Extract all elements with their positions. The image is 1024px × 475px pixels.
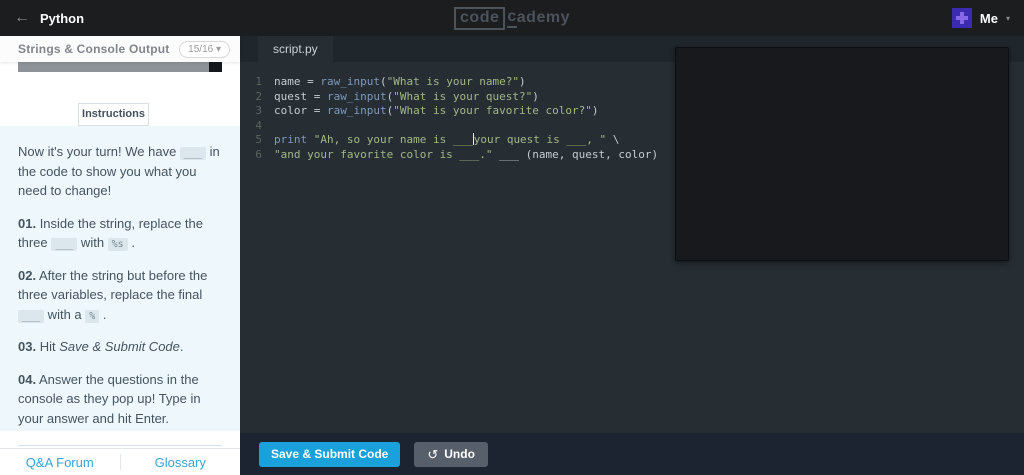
instruction-step: 02. After the string but before the thre…: [18, 267, 208, 323]
tab-instructions: Instructions: [78, 103, 149, 126]
codecademy-logo[interactable]: code c ademy: [454, 0, 570, 36]
avatar-icon: [951, 8, 972, 28]
instruction-step: 03. Hit Save & Submit Code.: [18, 339, 184, 354]
glossary-link[interactable]: Glossary: [121, 449, 241, 475]
lesson-sidebar: Strings & Console Output 15/16 ▾ Instruc…: [0, 36, 240, 475]
user-menu[interactable]: Me ▾: [951, 0, 1010, 36]
instructions-intro: Now it's your turn! We have ___ in the c…: [18, 144, 220, 198]
instructions-steps: 01. Inside the string, replace the three…: [18, 214, 222, 429]
progress-badge-dropdown[interactable]: 15/16 ▾: [179, 40, 230, 58]
instructions-panel: Now it's your turn! We have ___ in the c…: [0, 126, 240, 475]
back-arrow-icon[interactable]: ←: [14, 10, 30, 26]
logo-rest: ademy: [516, 9, 570, 26]
progress-bar: [18, 62, 222, 72]
inline-code-chip: %: [85, 309, 100, 323]
inline-code-chip: ___: [18, 309, 45, 323]
progress-fill: [18, 62, 210, 72]
logo-c: c: [507, 8, 517, 28]
line-number: 6: [255, 147, 262, 161]
user-label: Me: [979, 10, 998, 26]
codecademy-app: ← Python code c ademy Me ▾ Strings & Conso…: [0, 0, 1024, 475]
save-submit-button[interactable]: Save & Submit Code: [259, 441, 401, 467]
line-number: 4: [255, 118, 262, 132]
inline-code-chip: ___: [179, 147, 206, 160]
line-number: 3: [255, 104, 262, 117]
line-number: 1: [255, 75, 262, 88]
chevron-down-icon: ▾: [1005, 13, 1010, 23]
instruction-step: 04. Answer the questions in the console …: [18, 371, 201, 426]
undo-icon: ↺: [427, 446, 439, 462]
lesson-title: Strings & Console Output: [18, 42, 170, 56]
inline-code-chip: %s: [107, 238, 128, 251]
undo-button[interactable]: ↺ Undo: [414, 441, 488, 467]
top-header: ← Python code c ademy Me ▾: [0, 0, 1024, 36]
tab-script-py[interactable]: script.py: [258, 36, 333, 62]
instruction-step: 01. Inside the string, replace the three…: [18, 215, 204, 251]
line-number: 5: [255, 133, 262, 146]
sidebar-footer: Q&A Forum Glossary: [0, 448, 240, 475]
back-nav[interactable]: ← Python: [14, 0, 84, 36]
qa-forum-link[interactable]: Q&A Forum: [0, 449, 120, 475]
undo-label: Undo: [444, 447, 475, 461]
editor-area: script.py 1 name = raw_input("What is you…: [240, 36, 1024, 475]
console-output-panel[interactable]: [675, 47, 1009, 261]
logo-code-box: code: [454, 6, 506, 30]
inline-code-chip: ___: [51, 238, 78, 251]
avatar: [951, 8, 972, 28]
course-title: Python: [40, 10, 85, 26]
action-bar: Save & Submit Code ↺ Undo: [240, 433, 1024, 475]
line-number: 2: [255, 89, 262, 103]
sidebar-header: Strings & Console Output 15/16 ▾: [0, 36, 240, 62]
